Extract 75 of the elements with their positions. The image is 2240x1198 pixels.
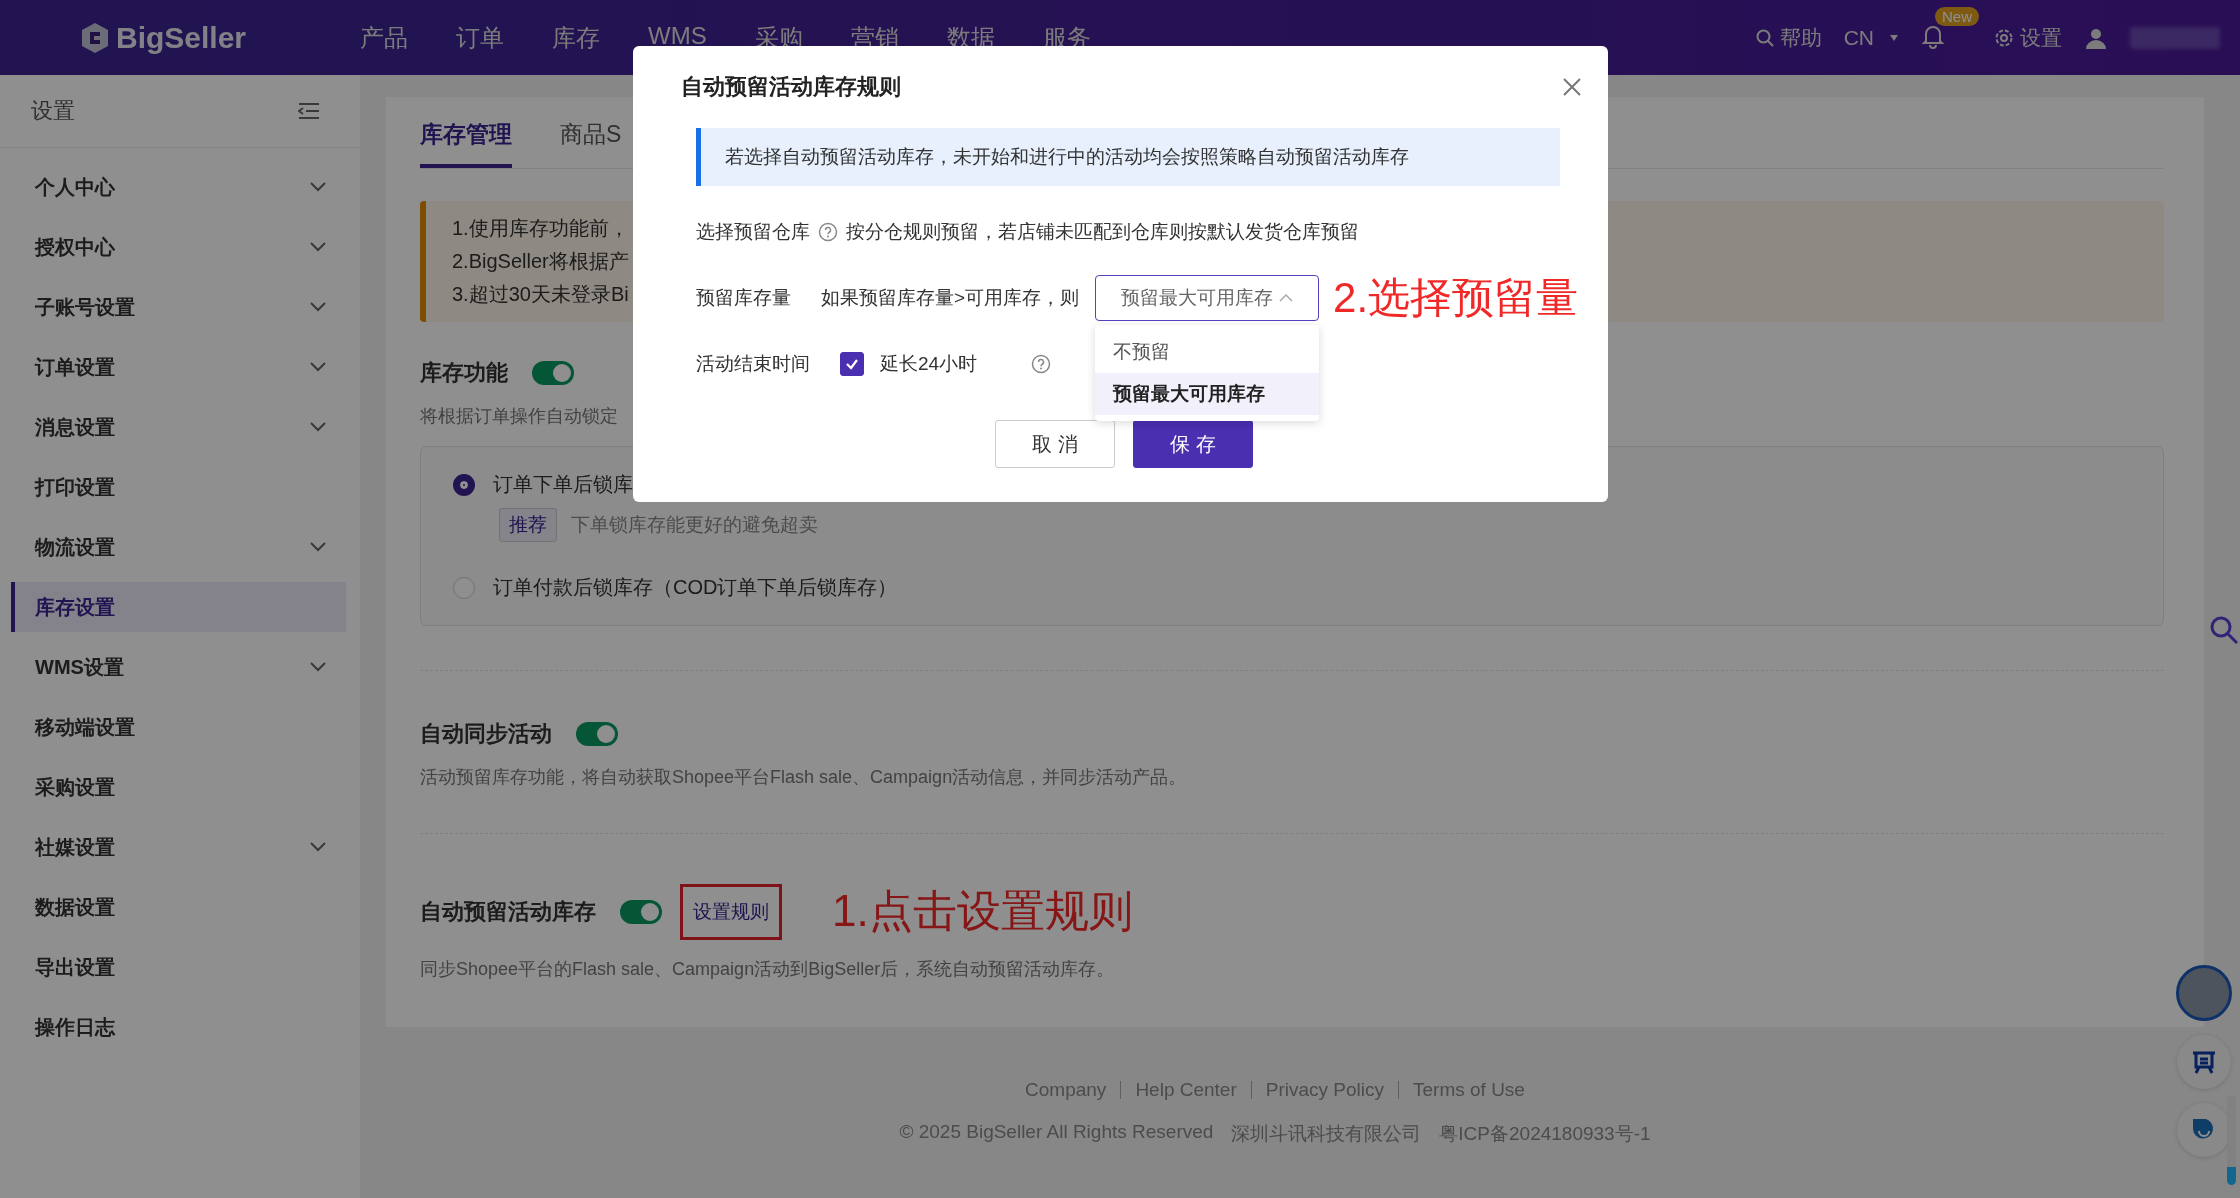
sidebar-item[interactable]: 订单设置: [11, 342, 346, 392]
annotation-text: 1.点击设置规则: [832, 885, 1133, 937]
radio-button[interactable]: [453, 473, 475, 496]
sidebar-item[interactable]: 授权中心: [11, 222, 346, 272]
recommended-tag: 推荐: [499, 508, 557, 542]
sidebar-item[interactable]: 导出设置: [11, 942, 346, 992]
option-hint: 下单锁库存能更好的避免超卖: [571, 513, 818, 537]
search-icon[interactable]: [2209, 615, 2239, 645]
dropdown-option[interactable]: 不预留: [1095, 331, 1320, 373]
easel-icon: [2191, 1049, 2217, 1075]
section-title: 自动同步活动: [420, 720, 552, 748]
new-badge: New: [1935, 6, 1979, 26]
support-avatar[interactable]: [2176, 965, 2232, 1021]
sidebar-item[interactable]: 社媒设置: [11, 822, 346, 872]
sidebar-item[interactable]: 个人中心: [11, 162, 346, 212]
sidebar-title: 设置: [31, 97, 75, 125]
sidebar-item[interactable]: 消息设置: [11, 402, 346, 452]
company-name: 深圳斗讯科技有限公司: [1231, 1121, 1422, 1146]
sidebar-item[interactable]: WMS设置: [11, 642, 346, 692]
logo-text[interactable]: BigSeller: [116, 20, 247, 55]
tab[interactable]: 库存管理: [420, 97, 512, 168]
help-icon[interactable]: [1031, 354, 1052, 374]
sidebar-item[interactable]: 移动端设置: [11, 702, 346, 752]
close-icon[interactable]: [1562, 77, 1582, 97]
section-description: 同步Shopee平台的Flash sale、Campaign活动到BigSeller后，系统自动预留活动库存。: [420, 958, 1115, 981]
save-button[interactable]: 保 存: [1133, 420, 1253, 468]
sidebar-item[interactable]: 操作日志: [11, 1002, 346, 1052]
condition-text: 如果预留库存量>可用库存，则: [821, 286, 1080, 310]
radio-label: 订单下单后锁库: [493, 472, 633, 497]
dialog-title: 自动预留活动库存规则: [681, 73, 901, 101]
language-selector[interactable]: CN: [1843, 25, 1899, 50]
info-text: 若选择自动预留活动库存，未开始和进行中的活动均会按照策略自动预留活动库存: [725, 146, 1409, 167]
help-link[interactable]: 帮助: [1754, 23, 1822, 52]
chat-button[interactable]: [2177, 1035, 2231, 1089]
field-label: 活动结束时间: [696, 352, 810, 376]
caret-icon: [1279, 293, 1294, 303]
cancel-button[interactable]: 取 消: [995, 420, 1115, 468]
sidebar-item[interactable]: 子账号设置: [11, 282, 346, 332]
sidebar-item[interactable]: 物流设置: [11, 522, 346, 572]
notice-text: 2.BigSeller将根据产: [452, 249, 629, 274]
field-label: 选择预留仓库: [696, 220, 810, 244]
caret-down-icon: [1889, 33, 1899, 42]
sidebar-item[interactable]: 采购设置: [11, 762, 346, 812]
sidebar-item[interactable]: 打印设置: [11, 462, 346, 512]
settings-link[interactable]: 设置: [1993, 23, 2062, 52]
annotation-text: 2.选择预留量: [1333, 273, 1579, 323]
section-description: 将根据订单操作自动锁定: [420, 405, 618, 428]
help-icon[interactable]: [818, 222, 838, 242]
scrollbar[interactable]: [2227, 1095, 2236, 1185]
toggle-switch[interactable]: [576, 722, 618, 746]
checkbox-label: 延长24小时: [880, 352, 978, 376]
dropdown-option[interactable]: 预留最大可用库存: [1095, 373, 1320, 415]
notice-text: 1.使用库存功能前，: [452, 216, 629, 241]
nav-menu-item[interactable]: 产品: [360, 21, 408, 54]
nav-menu-item[interactable]: 订单: [456, 21, 504, 54]
radio-label: 订单付款后锁库存（COD订单下单后锁库存）: [493, 575, 898, 600]
sidebar-item[interactable]: 库存设置: [11, 582, 346, 632]
section-description: 活动预留库存功能，将自动获取Shopee平台Flash sale、Campaign活动信息，并同步活动产品。: [420, 766, 1187, 789]
notice-text: 3.超过30天未登录Bi: [452, 282, 629, 307]
collapse-menu-icon[interactable]: [298, 102, 320, 120]
search-icon: [1754, 27, 1775, 48]
toggle-switch[interactable]: [620, 899, 662, 924]
section-title: 库存功能: [420, 359, 508, 387]
section-title: 自动预留活动库存: [420, 897, 596, 926]
logo-icon: [80, 21, 110, 54]
reserve-select[interactable]: 预留最大可用库存: [1095, 275, 1320, 321]
sidebar-item[interactable]: 数据设置: [11, 882, 346, 932]
copyright-text: © 2025 BigSeller All Rights Reserved: [899, 1120, 1214, 1144]
set-rules-link[interactable]: 设置规则: [680, 883, 782, 940]
tab[interactable]: 商品S: [560, 97, 622, 168]
field-label: 预留库存量: [696, 286, 791, 310]
nav-menu-item[interactable]: 库存: [552, 21, 600, 54]
checkbox[interactable]: [840, 352, 864, 376]
warehouse-rule-text: 按分仓规则预留，若店铺未匹配到仓库则按默认发货仓库预留: [846, 220, 1359, 244]
toggle-switch[interactable]: [532, 361, 574, 385]
